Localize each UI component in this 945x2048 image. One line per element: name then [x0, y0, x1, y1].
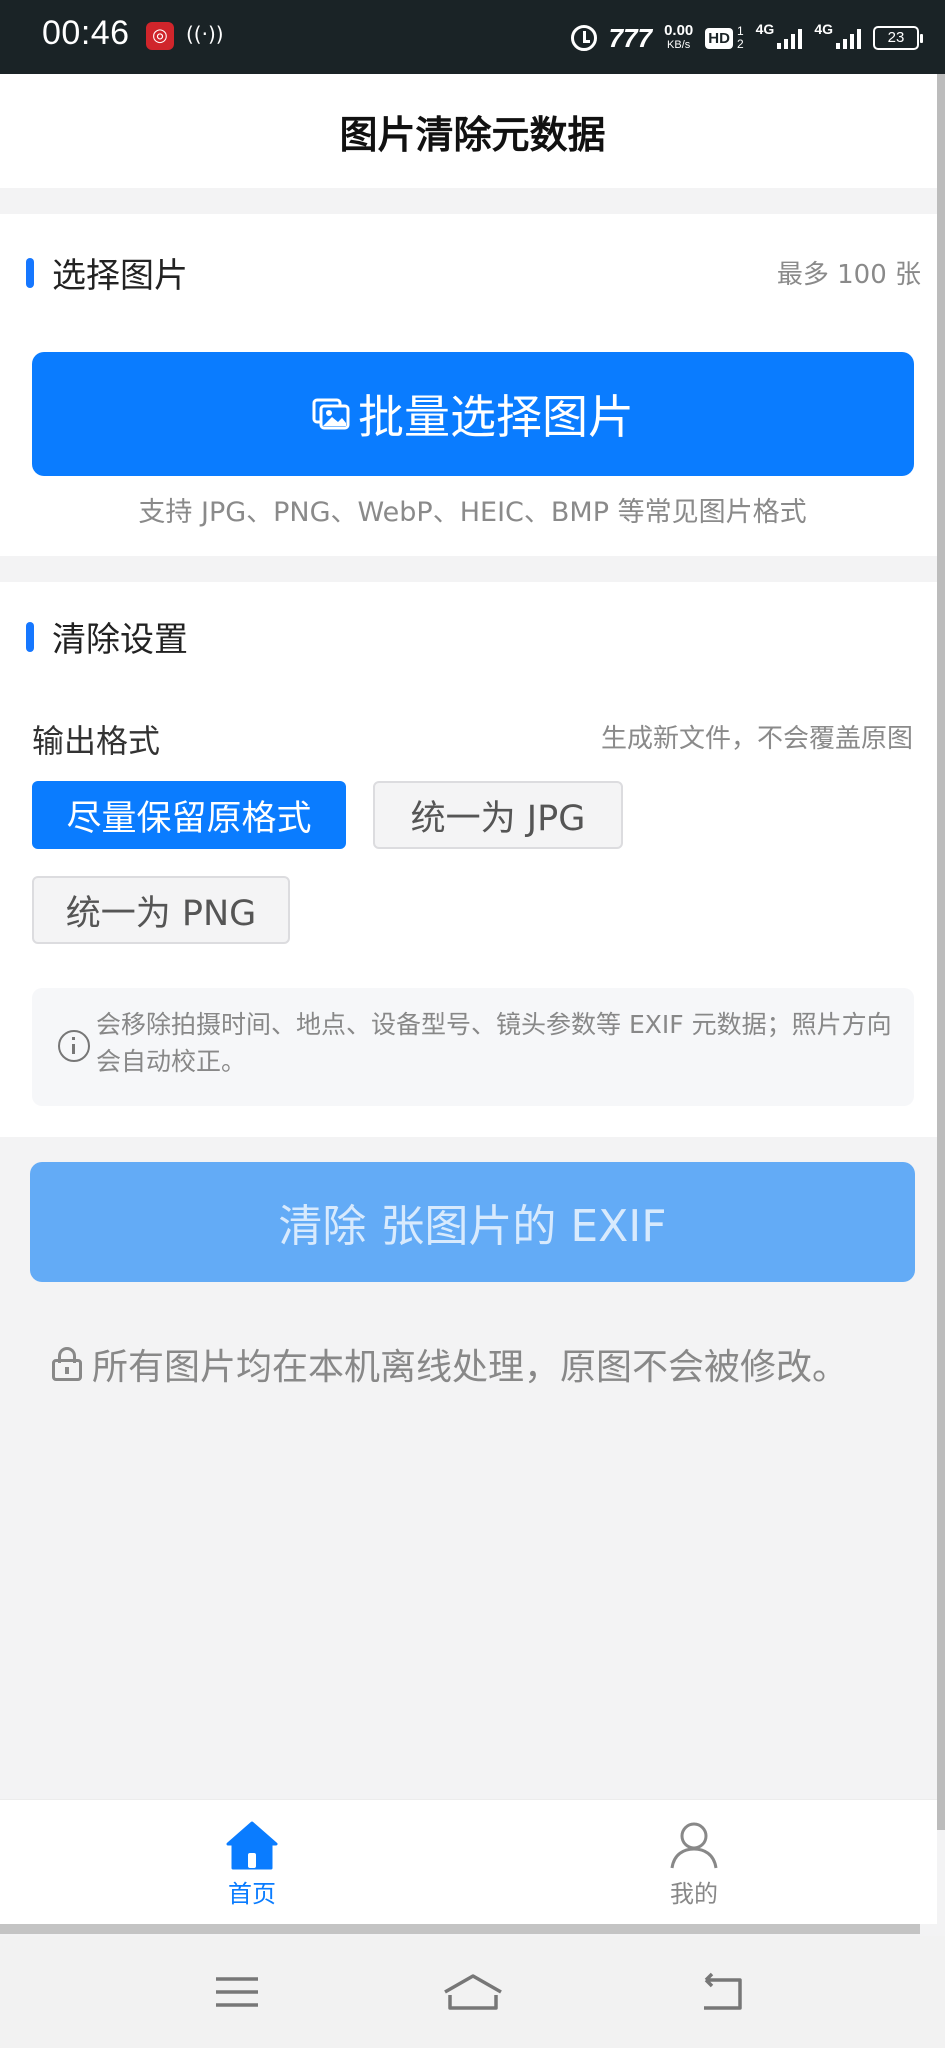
user-icon — [670, 1822, 718, 1869]
output-format-label: 输出格式 — [32, 722, 161, 760]
back-icon[interactable] — [696, 1970, 746, 2014]
select-section-label: 选择图片 — [52, 256, 188, 296]
network-type-1: 4G — [755, 21, 775, 37]
info-box: 会移除拍摄时间、地点、设备型号、镜头参数等 EXIF 元数据；照片方向会自动校正… — [32, 988, 914, 1106]
hd-sim-indicator: 1 2 — [737, 25, 744, 51]
scrollbar[interactable] — [937, 74, 945, 1830]
section-accent-bar — [26, 257, 34, 288]
clear-exif-button[interactable]: 清除 张图片的 EXIF — [30, 1162, 915, 1282]
alarm-icon — [570, 25, 597, 51]
tab-home[interactable]: 首页 — [192, 1820, 312, 1909]
network-type-2: 4G — [814, 21, 833, 37]
select-images-card: 选择图片 最多 100 张 批量选择图片 支持 JPG、PNG、WebP、HEI… — [0, 214, 937, 556]
menu-icon[interactable] — [212, 1970, 262, 2014]
privacy-text: 所有图片均在本机离线处理，原图不会被修改。 — [92, 1347, 849, 1388]
page-title: 图片清除元数据 — [339, 112, 606, 157]
settings-section-label: 清除设置 — [52, 620, 188, 660]
select-section-title: 选择图片 — [26, 248, 188, 297]
supported-formats-text: 支持 JPG、PNG、WebP、HEIC、BMP 等常见图片格式 — [138, 497, 807, 528]
info-icon — [58, 1030, 90, 1062]
tab-profile[interactable]: 我的 — [634, 1820, 754, 1909]
tab-home-label: 首页 — [228, 1880, 276, 1908]
status-icons: 777 0.00 KB/s HD 1 2 4G 4G 23 — [570, 18, 923, 58]
status-time: 00:46 — [42, 14, 130, 52]
option-png[interactable]: 统一为 PNG — [32, 876, 290, 944]
section-accent-bar — [26, 621, 34, 652]
clear-settings-card: 清除设置 输出格式 生成新文件，不会覆盖原图 尽量保留原格式 统一为 JPG 统… — [0, 582, 937, 1137]
network-speed-unit: KB/s — [667, 39, 691, 51]
batch-select-label: 批量选择图片 — [358, 390, 634, 444]
signal-bars-icon — [777, 27, 803, 49]
option-keep-original[interactable]: 尽量保留原格式 — [32, 781, 346, 849]
app-notification-icon: ◎ — [146, 22, 174, 50]
select-limit-note: 最多 100 张 — [776, 260, 921, 290]
signal-sim2: 4G — [814, 21, 861, 49]
carrier-badge: 777 — [608, 22, 653, 53]
bottom-tab-bar: 首页 我的 — [0, 1800, 937, 1924]
info-text: 会移除拍摄时间、地点、设备型号、镜头参数等 EXIF 元数据；照片方向会自动校正… — [96, 1010, 892, 1076]
home-nav-icon[interactable] — [442, 1970, 504, 2014]
privacy-note: 所有图片均在本机离线处理，原图不会被修改。 — [52, 1338, 848, 1390]
option-jpg[interactable]: 统一为 JPG — [373, 781, 623, 849]
network-speed: 0.00 KB/s — [664, 22, 694, 52]
battery-icon: 23 — [873, 26, 923, 50]
hd-voice-icon: HD — [705, 27, 733, 49]
divider-line — [0, 1924, 920, 1934]
tab-profile-label: 我的 — [670, 1880, 718, 1908]
hotspot-icon: ((·)) — [186, 22, 224, 46]
output-format-note: 生成新文件，不会覆盖原图 — [600, 724, 913, 754]
signal-bars-icon — [836, 27, 861, 49]
network-speed-value: 0.00 — [664, 22, 694, 39]
home-icon — [226, 1821, 278, 1870]
page-header: 图片清除元数据 — [0, 74, 945, 188]
hd-sim-bottom: 2 — [736, 37, 744, 51]
system-navigation-bar — [0, 1936, 945, 2048]
lock-icon — [52, 1347, 82, 1381]
settings-section-title: 清除设置 — [26, 612, 188, 661]
status-bar: 00:46 ◎ ((·)) 777 0.00 KB/s HD 1 2 4G 4G… — [0, 0, 945, 74]
batch-select-button[interactable]: 批量选择图片 — [32, 352, 914, 476]
signal-sim1: 4G — [756, 21, 803, 49]
images-icon — [312, 398, 350, 430]
